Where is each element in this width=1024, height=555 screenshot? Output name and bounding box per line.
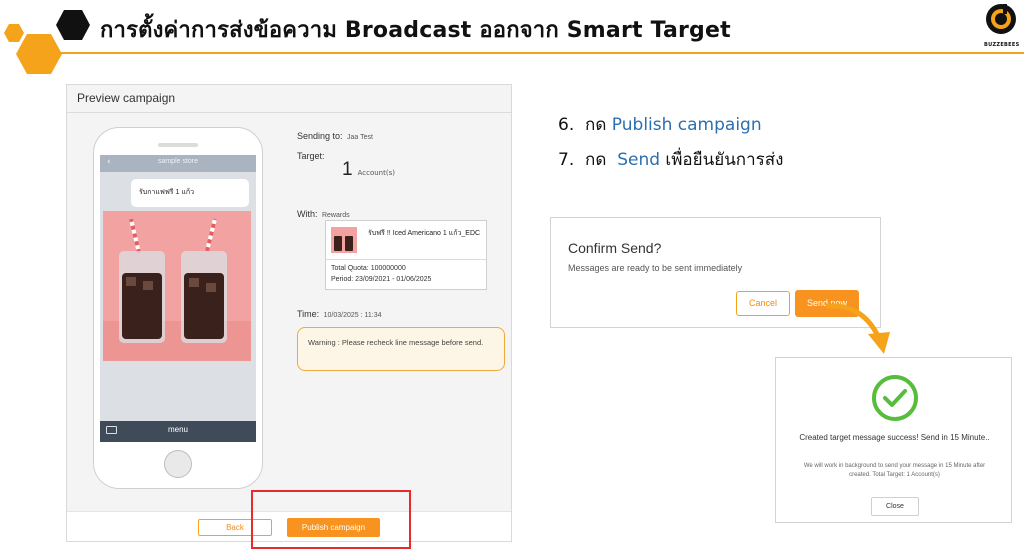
target-unit: Account(s) <box>357 169 395 177</box>
warning-box: Warning : Please recheck line message be… <box>297 327 505 371</box>
with-label: With: <box>297 209 318 219</box>
phone-screen: ‹ sample store รับกาแฟฟรี 1 แก้ว menu <box>100 155 256 442</box>
reward-period: Period: 23/09/2021 - 01/06/2025 <box>331 276 432 283</box>
preview-title: Preview campaign <box>77 91 176 105</box>
brand-logo: BUZZEBEES <box>984 2 1020 48</box>
step-text: กด <box>585 150 618 170</box>
step-number: 7. <box>558 150 575 170</box>
reward-name: รับฟรี !! Iced Americano 1 แก้ว_EDC <box>368 230 481 237</box>
target-count-row: 1 Account(s) <box>342 159 395 181</box>
reward-quota: Total Quota: 100000000 <box>331 265 406 272</box>
target-label: Target: <box>297 146 325 164</box>
with-value: Rewards <box>321 212 350 219</box>
success-dialog: Created target message success! Send in … <box>775 357 1012 523</box>
dialog-title: Confirm Send? <box>568 240 662 256</box>
step-text: กด <box>585 115 612 135</box>
phone-speaker <box>158 143 198 147</box>
step-number: 6. <box>558 115 575 135</box>
rich-menu-bar: menu <box>100 421 256 442</box>
step-6: 6. กด Publish campaign <box>558 108 783 143</box>
step-highlight: Publish campaign <box>611 115 762 135</box>
divider <box>67 112 511 113</box>
success-subtitle: We will work in background to send your … <box>803 463 986 478</box>
hexagon-decoration-large <box>16 34 62 74</box>
divider <box>326 259 486 260</box>
page-title: การตั้งค่าการส่งข้อความ Broadcast ออกจาก… <box>100 18 731 43</box>
phone-home-button <box>164 450 192 478</box>
store-name: sample store <box>157 158 199 165</box>
sending-to-label: Sending to: <box>297 131 343 141</box>
target-label-text: Target: <box>297 151 325 161</box>
hexagon-decoration-dark <box>56 10 90 40</box>
sending-to-value: Jaa Test <box>347 134 373 141</box>
instruction-steps: 6. กด Publish campaign 7. กด Send เพื่อย… <box>558 108 783 178</box>
target-count: 1 <box>342 159 353 180</box>
reward-card: รับฟรี !! Iced Americano 1 แก้ว_EDC Tota… <box>325 220 487 290</box>
time-row: Time: 10/03/2025 : 11:34 <box>297 304 382 322</box>
brand-name: BUZZEBEES <box>984 42 1020 48</box>
preview-campaign-panel: Preview campaign ‹ sample store รับกาแฟฟ… <box>66 84 512 542</box>
message-bubble: รับกาแฟฟรี 1 แก้ว <box>131 179 249 207</box>
success-title: Created target message success! Send in … <box>799 433 990 442</box>
buzzebees-logo-icon <box>986 4 1016 34</box>
curved-arrow-icon <box>825 303 890 354</box>
step-highlight: Send <box>617 150 661 170</box>
publish-highlight-box <box>251 490 411 549</box>
check-circle-icon <box>872 375 918 421</box>
header-divider <box>60 52 1024 54</box>
time-value: 10/03/2025 : 11:34 <box>323 312 382 319</box>
step-7: 7. กด Send เพื่อยืนยันการส่ง <box>558 143 783 178</box>
close-button[interactable]: Close <box>871 497 919 516</box>
reward-thumbnail <box>331 227 357 253</box>
dialog-message: Messages are ready to be sent immediatel… <box>568 263 743 273</box>
iced-coffee-image <box>103 211 251 361</box>
step-suffix: เพื่อยืนยันการส่ง <box>660 150 784 170</box>
menu-label: menu <box>167 425 188 434</box>
chat-header: ‹ sample store <box>100 155 256 172</box>
phone-mockup: ‹ sample store รับกาแฟฟรี 1 แก้ว menu <box>93 127 263 489</box>
sending-to-row: Sending to: Jaa Test <box>297 126 373 144</box>
time-label: Time: <box>297 309 320 319</box>
cancel-button[interactable]: Cancel <box>736 291 790 316</box>
reward-meta: Total Quota: 100000000 Period: 23/09/202… <box>331 263 431 285</box>
